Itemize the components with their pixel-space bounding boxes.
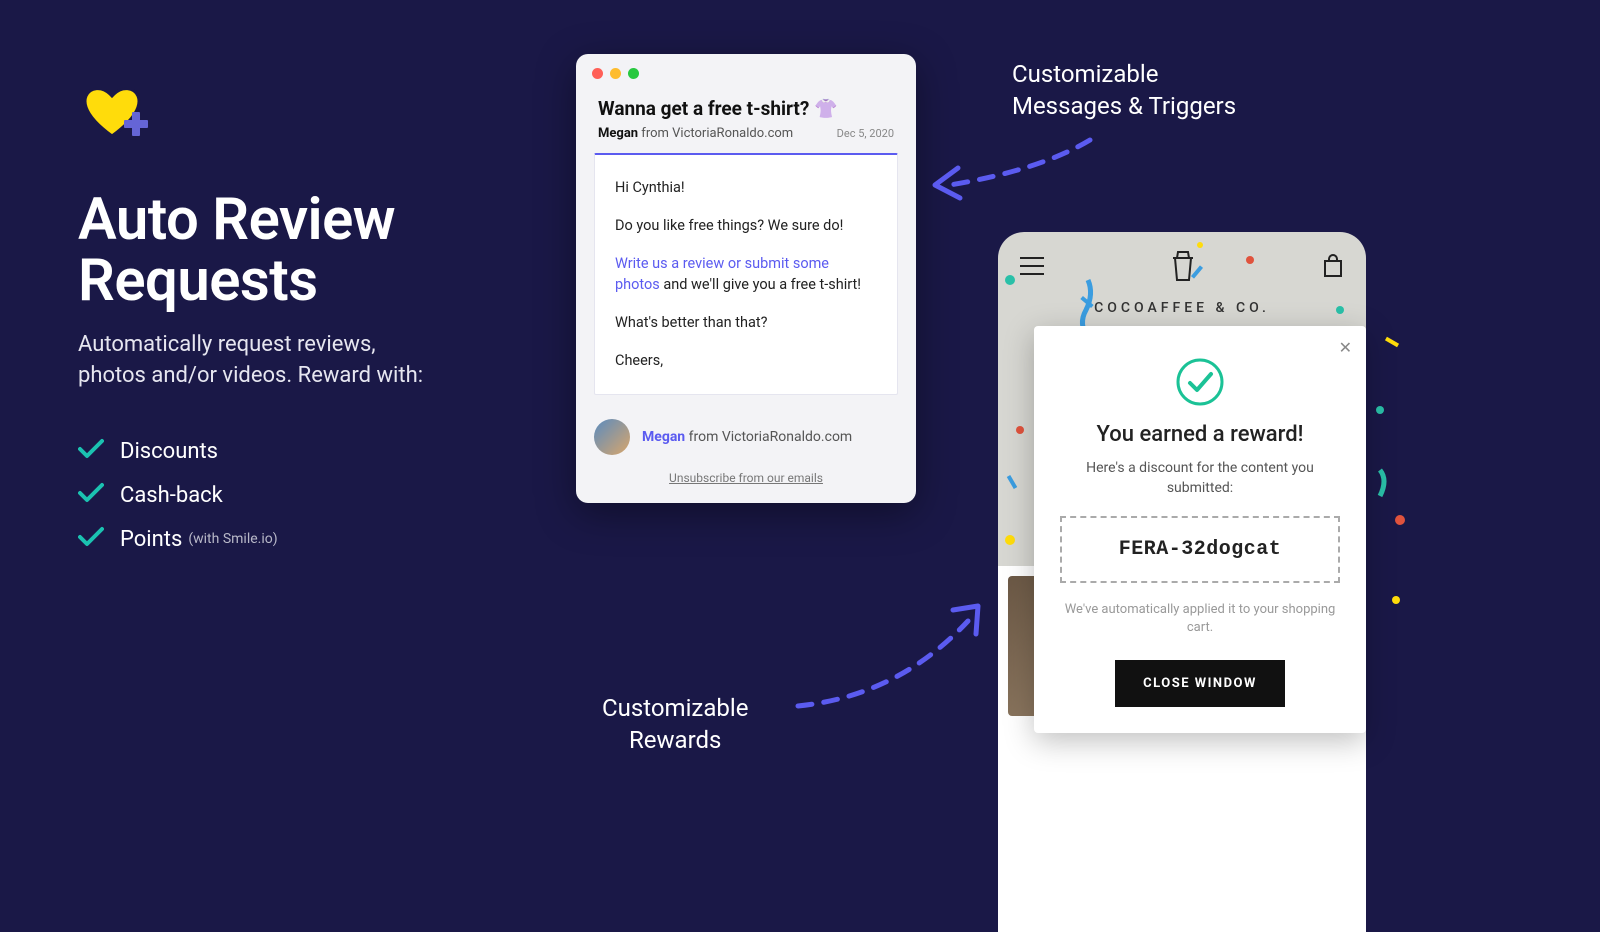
avatar: [594, 419, 630, 455]
callout-rewards: CustomizableRewards: [602, 692, 748, 757]
feature-points: Points (with Smile.io): [78, 526, 278, 552]
close-icon[interactable]: ✕: [1339, 338, 1352, 357]
page-title: Auto Review Requests: [78, 190, 395, 312]
signature-text: Megan from VictoriaRonaldo.com: [642, 429, 852, 445]
email-date: Dec 5, 2020: [837, 127, 894, 140]
phone-brand: COCOAFFEE & CO.: [998, 300, 1366, 316]
success-check-icon: [1060, 356, 1340, 412]
close-dot-icon[interactable]: [592, 68, 603, 79]
feature-cashback: Cash-back: [78, 482, 278, 508]
feature-note: (with Smile.io): [188, 531, 277, 547]
email-subject: Wanna get a free t-shirt? 👚: [598, 97, 894, 120]
page-subtitle: Automatically request reviews, photos an…: [78, 330, 428, 392]
email-intro: Do you like free things? We sure do!: [615, 215, 877, 237]
feature-discounts: Discounts: [78, 438, 278, 464]
feature-label: Points: [120, 527, 182, 552]
modal-title: You earned a reward!: [1060, 422, 1340, 447]
email-body: Hi Cynthia! Do you like free things? We …: [594, 153, 898, 395]
unsubscribe-link[interactable]: Unsubscribe from our emails: [576, 463, 916, 503]
shopping-bag-icon[interactable]: [1322, 254, 1344, 282]
discount-code[interactable]: FERA-32dogcat: [1060, 516, 1340, 583]
feature-list: Discounts Cash-back Points (with Smile.i…: [78, 438, 278, 570]
email-window: Wanna get a free t-shirt? 👚 Megan from V…: [576, 54, 916, 503]
hamburger-icon[interactable]: [1020, 257, 1044, 279]
title-line-2: Requests: [78, 247, 318, 315]
title-line-1: Auto Review: [78, 186, 395, 254]
maximize-dot-icon[interactable]: [628, 68, 639, 79]
feature-label: Discounts: [120, 439, 218, 464]
check-icon: [78, 482, 104, 508]
modal-subtitle: Here's a discount for the content you su…: [1060, 459, 1340, 498]
reward-modal: ✕ You earned a reward! Here's a discount…: [1034, 326, 1366, 733]
email-signature: Megan from VictoriaRonaldo.com: [576, 413, 916, 463]
email-outro: What's better than that?: [615, 312, 877, 334]
coffee-cup-icon: [1169, 250, 1197, 286]
arrow-bottom-icon: [788, 596, 1008, 716]
minimize-dot-icon[interactable]: [610, 68, 621, 79]
feature-label: Cash-back: [120, 483, 223, 508]
check-icon: [78, 438, 104, 464]
email-cta-line: Write us a review or submit some photos …: [615, 253, 877, 297]
email-greeting: Hi Cynthia!: [615, 177, 877, 199]
check-icon: [78, 526, 104, 552]
callout-messages-triggers: CustomizableMessages & Triggers: [1012, 58, 1236, 123]
email-from: Megan from VictoriaRonaldo.com: [598, 126, 793, 141]
email-header: Wanna get a free t-shirt? 👚 Megan from V…: [576, 89, 916, 153]
email-signoff: Cheers,: [615, 350, 877, 372]
window-traffic-lights: [576, 54, 916, 89]
heart-plus-logo: [80, 84, 150, 148]
arrow-top-icon: [930, 130, 1100, 230]
modal-note: We've automatically applied it to your s…: [1060, 601, 1340, 637]
close-window-button[interactable]: CLOSE WINDOW: [1115, 660, 1285, 707]
